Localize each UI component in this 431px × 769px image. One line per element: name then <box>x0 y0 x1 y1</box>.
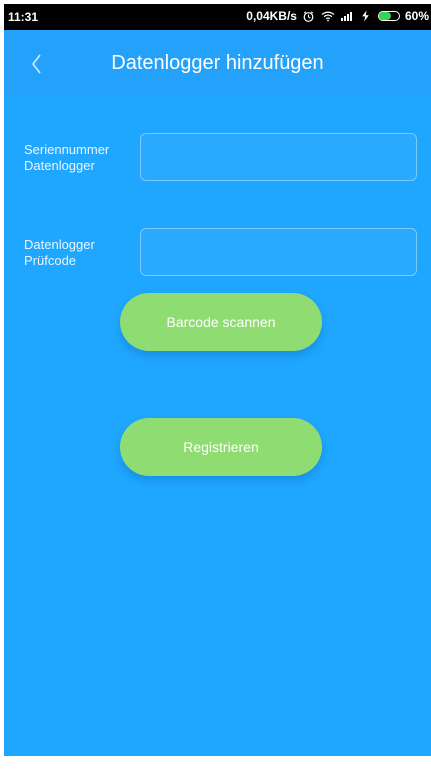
alarm-icon <box>302 9 316 23</box>
barcode-scan-button[interactable]: Barcode scannen <box>120 293 322 351</box>
wifi-icon <box>321 9 335 23</box>
battery-level <box>378 12 391 20</box>
battery-percentage: 60% <box>404 9 429 23</box>
form-area: Seriennummer Datenlogger Datenlogger Prü… <box>4 96 431 756</box>
register-button-label: Registrieren <box>183 439 259 455</box>
status-bar: 11:31 0,04KB/s 60% <box>4 4 431 30</box>
register-button[interactable]: Registrieren <box>120 418 322 476</box>
signal-icon <box>340 9 354 23</box>
status-time: 11:31 <box>8 10 39 24</box>
page-title: Datenlogger hinzufügen <box>111 52 324 74</box>
barcode-scan-button-label: Barcode scannen <box>166 314 276 330</box>
charging-icon <box>359 9 373 23</box>
battery-icon <box>377 11 400 21</box>
header: Datenlogger hinzufügen <box>4 30 431 96</box>
status-right-group: 0,04KB/s 60% <box>246 9 429 23</box>
check-code-label: Datenlogger Prüfcode <box>24 237 95 268</box>
serial-number-input[interactable] <box>140 133 417 181</box>
screen-area: Datenlogger hinzufügen Seriennummer Date… <box>4 30 431 756</box>
check-code-input[interactable] <box>140 228 417 276</box>
app-screen: 11:31 0,04KB/s 60% Datenlogger hinzufüge… <box>0 0 431 769</box>
serial-number-label: Seriennummer Datenlogger <box>24 142 110 173</box>
network-speed: 0,04KB/s <box>246 9 297 23</box>
